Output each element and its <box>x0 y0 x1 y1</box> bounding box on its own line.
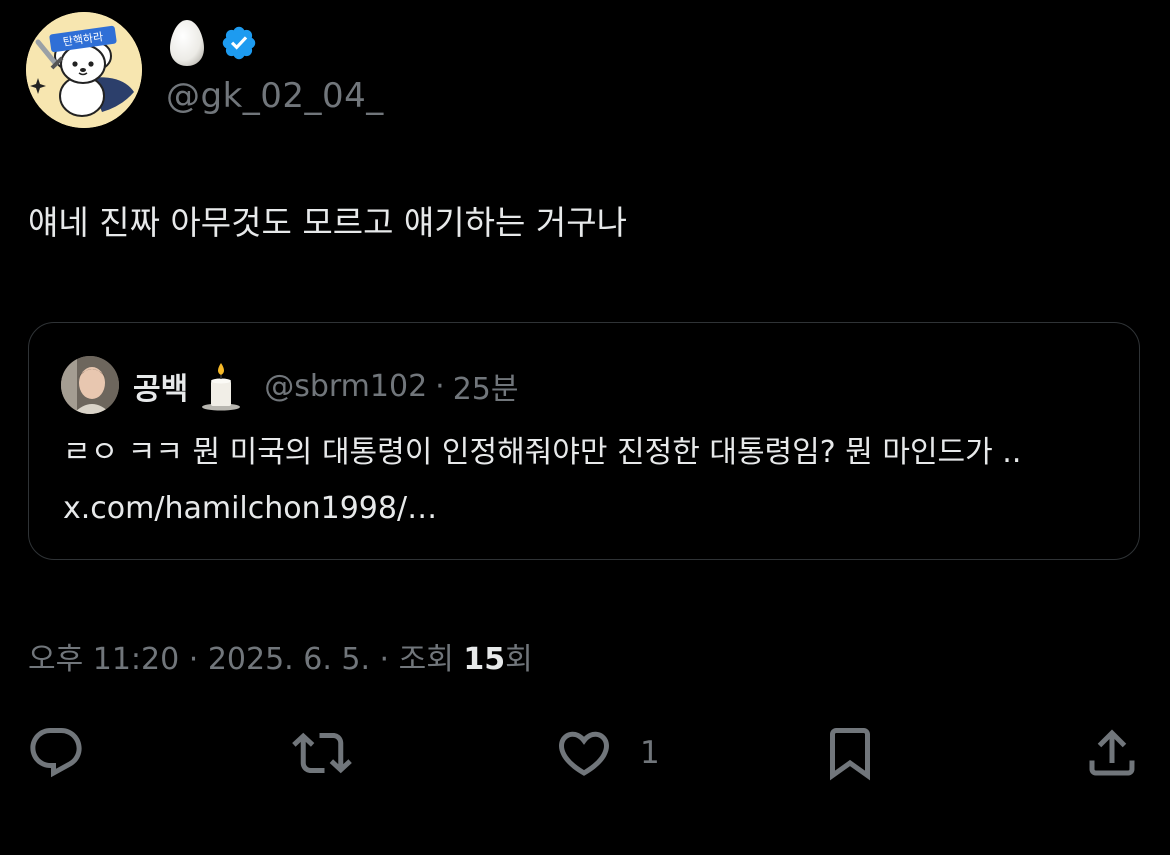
candle-icon <box>202 363 241 411</box>
quoted-avatar-photo <box>61 356 119 414</box>
quoted-author-avatar[interactable] <box>61 356 119 414</box>
reply-button[interactable] <box>26 722 86 784</box>
tweet-text: 얘네 진짜 아무것도 모르고 얘기하는 거구나 <box>28 203 627 242</box>
like-button[interactable]: 1 <box>554 722 660 784</box>
author-avatar[interactable]: 탄핵하라 <box>26 12 142 128</box>
views-label: 조회 <box>398 642 464 677</box>
quoted-author-name[interactable]: 공백 <box>133 364 188 408</box>
share-button[interactable] <box>1082 722 1142 784</box>
bookmark-button[interactable] <box>820 722 880 784</box>
bookmark-icon <box>830 728 870 781</box>
tweet-time[interactable]: 오후 11:20 <box>28 642 179 677</box>
share-icon <box>1089 729 1135 776</box>
verified-badge-icon <box>222 26 256 60</box>
retweet-icon <box>292 732 352 774</box>
meta-separator: · <box>179 642 208 677</box>
author-handle[interactable]: @gk_02_04_ <box>166 76 384 116</box>
quoted-tweet-card[interactable]: 공백 @sbrm102 · 25분 ㄹㅇ ㅋㅋ 뭔 미국의 대통령이 인정해줘야… <box>28 322 1140 560</box>
tweet-date[interactable]: 2025. 6. 5. <box>208 642 370 677</box>
quoted-tweet-time[interactable]: 25분 <box>453 364 519 408</box>
reply-icon <box>30 728 82 778</box>
quoted-header-separator: · <box>435 368 445 404</box>
author-display-name[interactable] <box>168 18 258 68</box>
views-count: 15 <box>463 642 506 677</box>
heart-icon <box>558 731 610 776</box>
quoted-tweet-header: 공백 @sbrm102 · 25분 <box>133 361 519 411</box>
like-count: 1 <box>640 735 660 771</box>
egg-icon <box>170 20 204 66</box>
retweet-button[interactable] <box>292 722 352 784</box>
quoted-author-handle[interactable]: @sbrm102 <box>264 369 427 404</box>
quoted-tweet-text: ㄹㅇ ㅋㅋ 뭔 미국의 대통령이 인정해줘야만 진정한 대통령임? 뭔 마인드가… <box>63 435 1022 526</box>
tweet-meta: 오후 11:20 · 2025. 6. 5. · 조회 15회 <box>28 634 533 678</box>
meta-separator: · <box>370 642 399 677</box>
avatar-illustration: 탄핵하라 <box>26 12 142 128</box>
views-suffix: 회 <box>505 642 533 677</box>
